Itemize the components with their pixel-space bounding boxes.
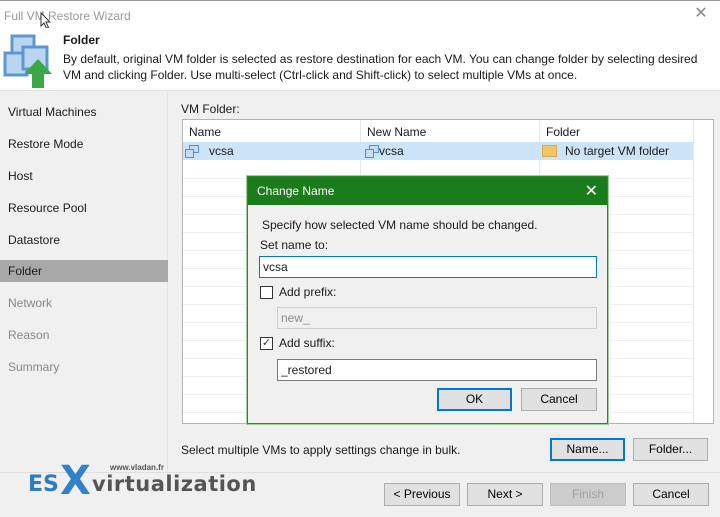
folder-button[interactable]: Folder... (633, 438, 708, 461)
page-description: By default, original VM folder is select… (63, 52, 698, 82)
table-row[interactable]: vcsa vcsa No target VM folder (183, 142, 693, 160)
previous-button[interactable]: < Previous (384, 483, 460, 506)
prefix-input (277, 307, 597, 329)
folder-icon (542, 145, 557, 157)
logo-x: X (60, 458, 91, 504)
add-prefix-checkbox[interactable] (260, 286, 273, 299)
step-host[interactable]: Host (0, 165, 168, 187)
vm-icon (365, 144, 379, 158)
step-network: Network (8, 296, 53, 310)
wizard-header: Folder By default, original VM folder is… (0, 28, 720, 91)
vm-icon (185, 144, 199, 158)
cell-folder: No target VM folder (542, 144, 669, 158)
column-header-folder[interactable]: Folder (546, 125, 580, 139)
close-icon[interactable]: ✕ (585, 181, 598, 201)
vm-folder-label: VM Folder: (181, 102, 240, 116)
cell-new-name: vcsa (365, 144, 404, 158)
step-resource-pool[interactable]: Resource Pool (0, 197, 168, 219)
dialog-cancel-button[interactable]: Cancel (521, 388, 597, 411)
bulk-hint: Select multiple VMs to apply settings ch… (181, 443, 461, 457)
page-title: Folder (63, 33, 100, 47)
table-header: Name New Name Folder (183, 120, 713, 142)
add-suffix-checkbox[interactable]: ✓ (260, 337, 273, 350)
column-divider (693, 120, 694, 423)
close-icon[interactable]: ✕ (694, 6, 708, 22)
step-summary: Summary (8, 360, 60, 374)
dialog-titlebar: Change Name ✕ (248, 177, 607, 205)
dialog-ok-button[interactable]: OK (437, 388, 512, 411)
set-name-label: Set name to: (260, 238, 329, 252)
name-button[interactable]: Name... (550, 438, 625, 461)
add-prefix-label: Add prefix: (279, 285, 337, 299)
add-suffix-label: Add suffix: (279, 336, 335, 350)
vm-new-name: vcsa (379, 144, 404, 158)
dialog-title: Change Name (257, 184, 335, 198)
vm-restore-icon (3, 34, 52, 88)
logo-url: www.vladan.fr (110, 463, 164, 472)
logo-virtualization: virtualization (92, 472, 257, 496)
cell-name: vcsa (185, 144, 234, 158)
next-button[interactable]: Next > (467, 483, 543, 506)
set-name-input[interactable] (259, 256, 597, 278)
cancel-button[interactable]: Cancel (633, 483, 709, 506)
esxvirtualization-logo: ES X www.vladan.fr virtualization (28, 458, 273, 504)
vm-name: vcsa (209, 144, 234, 158)
step-virtual-machines[interactable]: Virtual Machines (0, 101, 168, 123)
column-header-new-name[interactable]: New Name (367, 125, 426, 139)
step-folder[interactable]: Folder (0, 260, 168, 282)
change-name-dialog: Change Name ✕ Specify how selected VM na… (247, 176, 608, 424)
step-restore-mode[interactable]: Restore Mode (0, 133, 168, 155)
window-titlebar: Full VM Restore Wizard ✕ (0, 0, 720, 28)
suffix-input[interactable] (277, 359, 597, 381)
window-title: Full VM Restore Wizard (4, 9, 131, 23)
vm-folder: No target VM folder (565, 144, 670, 158)
dialog-instruction: Specify how selected VM name should be c… (262, 218, 538, 232)
column-header-name[interactable]: Name (189, 125, 221, 139)
logo-es: ES (28, 472, 59, 497)
step-reason: Reason (8, 328, 50, 342)
finish-button: Finish (550, 483, 626, 506)
wizard-steps: Virtual Machines Restore Mode Host Resou… (0, 92, 168, 480)
step-datastore[interactable]: Datastore (0, 229, 168, 251)
